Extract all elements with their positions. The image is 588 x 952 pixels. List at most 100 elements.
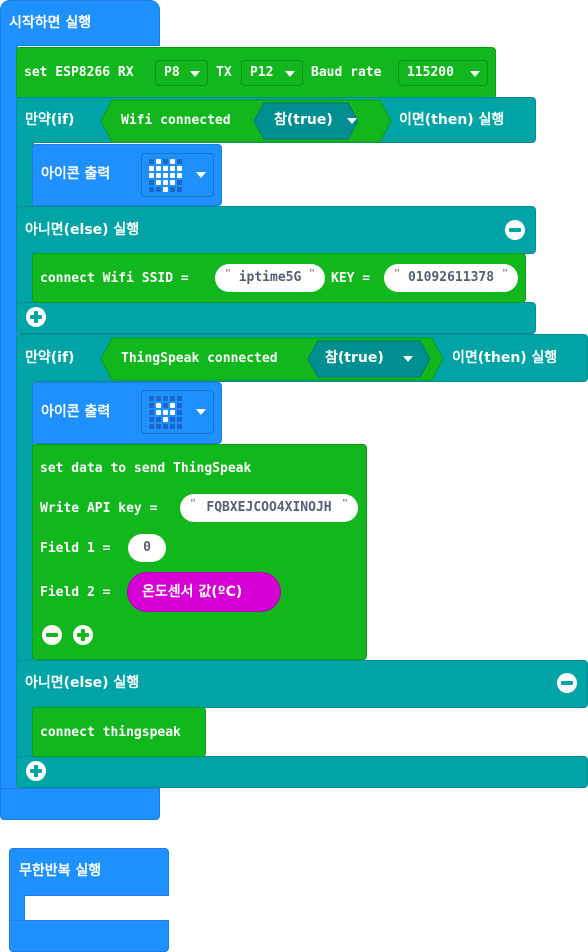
show-icon-label-2: 아이콘 출력 (41, 404, 111, 420)
led-cell (177, 159, 182, 164)
small-heart-icon-dropdown[interactable] (141, 390, 214, 434)
heart-icon (149, 159, 182, 192)
ssid-value: iptime5G (238, 270, 302, 285)
remove-field-icon[interactable] (42, 625, 62, 645)
forever-spine (9, 894, 25, 922)
if1-then-label: 이면(then) 실행 (399, 112, 505, 128)
baud-value: 115200 (407, 65, 454, 80)
led-cell (156, 166, 161, 171)
led-cell (149, 396, 154, 401)
led-cell (177, 166, 182, 171)
field1-label: Field 1 = (40, 541, 111, 556)
led-cell (149, 424, 154, 429)
quote-close-icon: " (501, 268, 508, 279)
small-heart-icon (149, 396, 182, 429)
if1-footer (16, 302, 536, 334)
remove-else-icon[interactable] (557, 673, 577, 693)
baud-dropdown[interactable]: 115200 (398, 60, 488, 86)
tx-pin-dropdown[interactable]: P12 (241, 60, 303, 86)
led-cell (170, 417, 175, 422)
led-cell (177, 180, 182, 185)
add-field-icon[interactable] (73, 625, 93, 645)
connect-wifi-prefix: connect Wifi SSID = (40, 271, 189, 286)
api-key-value: FQBXEJCOO4XINOJH (206, 500, 332, 515)
remove-else-icon[interactable] (505, 220, 525, 240)
if2-then-label: 이면(then) 실행 (452, 350, 558, 366)
forever-label: 무한반복 실행 (19, 863, 102, 879)
led-cell (170, 159, 175, 164)
led-cell (163, 173, 168, 178)
led-cell (149, 173, 154, 178)
led-cell (149, 403, 154, 408)
temperature-label: 온도센서 값(ºC) (142, 584, 243, 600)
led-cell (170, 410, 175, 415)
baud-label: Baud rate (311, 65, 382, 80)
led-cell (156, 424, 161, 429)
led-cell (170, 166, 175, 171)
rx-pin-value: P8 (164, 65, 180, 80)
led-cell (156, 159, 161, 164)
led-cell (170, 187, 175, 192)
led-cell (156, 187, 161, 192)
api-key-label: Write API key = (40, 501, 158, 516)
led-cell (170, 396, 175, 401)
if2-else-label: 아니면(else) 실행 (25, 675, 140, 691)
led-cell (163, 166, 168, 171)
if1-condition-label: Wifi connected (121, 113, 231, 128)
led-cell (163, 187, 168, 192)
chevron-down-icon (196, 409, 206, 415)
chevron-down-icon (285, 71, 295, 77)
add-else-icon[interactable] (26, 761, 46, 781)
if1-condition-value[interactable]: 참(true) (274, 112, 333, 128)
led-cell (163, 410, 168, 415)
api-key-input[interactable]: " FQBXEJCOO4XINOJH " (180, 494, 358, 522)
chevron-down-icon (403, 356, 413, 362)
heart-icon-dropdown[interactable] (141, 153, 214, 197)
connect-thingspeak-label: connect thingspeak (40, 725, 181, 740)
key-label: KEY = (331, 271, 371, 286)
led-cell (149, 159, 154, 164)
led-cell (170, 424, 175, 429)
field1-input[interactable]: 0 (128, 534, 166, 562)
led-cell (170, 403, 175, 408)
key-input[interactable]: " 01092611378 " (384, 264, 518, 292)
led-cell (156, 417, 161, 422)
chevron-down-icon (190, 71, 200, 77)
chevron-down-icon (470, 71, 480, 77)
led-cell (177, 173, 182, 178)
show-icon-label-1: 아이콘 출력 (41, 166, 111, 182)
if1-else-label: 아니면(else) 실행 (25, 222, 140, 238)
led-cell (163, 424, 168, 429)
forever-bottom (9, 920, 169, 952)
quote-open-icon: " (190, 498, 197, 509)
led-cell (149, 417, 154, 422)
tx-label: TX (216, 65, 232, 80)
rx-pin-dropdown[interactable]: P8 (155, 60, 208, 86)
set-data-label: set data to send ThingSpeak (40, 461, 252, 476)
led-cell (156, 403, 161, 408)
field1-value: 0 (143, 540, 151, 555)
on-start-bottom (0, 788, 160, 820)
led-cell (163, 417, 168, 422)
led-cell (163, 159, 168, 164)
led-cell (177, 396, 182, 401)
quote-open-icon: " (225, 268, 232, 279)
led-cell (177, 417, 182, 422)
led-cell (177, 187, 182, 192)
set-esp-prefix: set ESP8266 RX (24, 65, 134, 80)
chevron-down-icon (196, 172, 206, 178)
led-cell (177, 403, 182, 408)
quote-close-icon: " (341, 498, 348, 509)
tx-pin-value: P12 (250, 65, 274, 80)
field2-label: Field 2 = (40, 585, 111, 600)
add-else-icon[interactable] (26, 307, 46, 327)
if2-condition-value[interactable]: 참(true) (325, 350, 384, 366)
led-cell (156, 180, 161, 185)
quote-open-icon: " (394, 268, 401, 279)
if2-footer (16, 756, 588, 788)
led-cell (163, 396, 168, 401)
chevron-down-icon (347, 118, 357, 124)
ssid-input[interactable]: " iptime5G " (215, 264, 325, 292)
temperature-reporter[interactable]: 온도센서 값(ºC) (127, 572, 281, 612)
led-cell (149, 180, 154, 185)
